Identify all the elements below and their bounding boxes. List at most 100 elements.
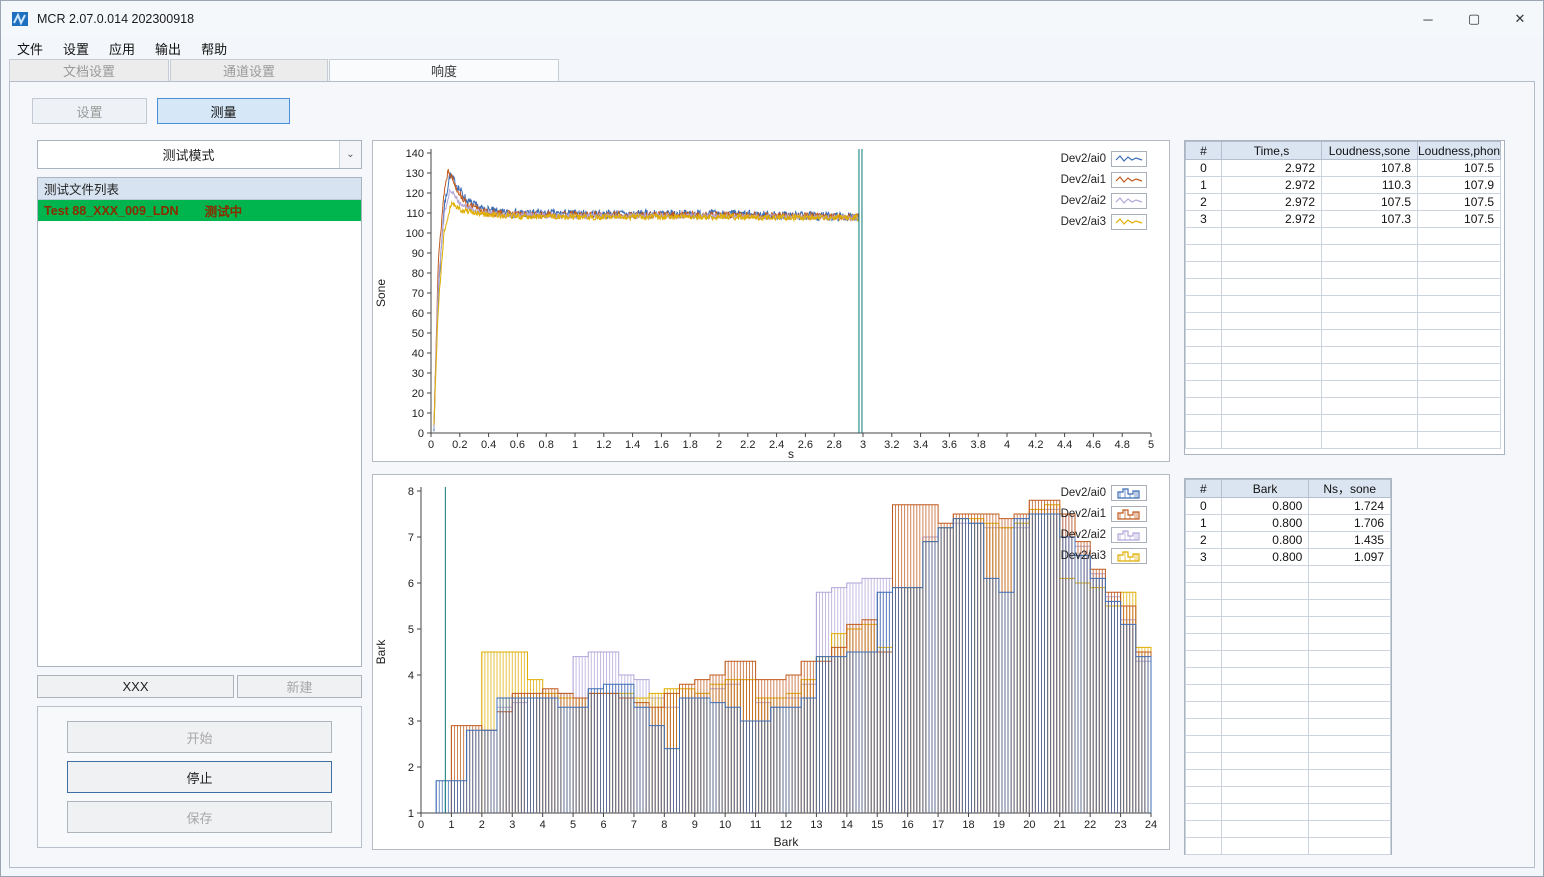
table-row[interactable] bbox=[1185, 684, 1391, 702]
table-cell: 2 bbox=[1185, 531, 1222, 549]
chart-legend: Dev2/ai0 Dev2/ai1 Dev2/ai2 Dev2/ai3 bbox=[1061, 483, 1147, 565]
table-cell bbox=[1185, 616, 1222, 634]
test-file-list: 测试文件列表 Test 88_XXX_009_LDN 测试中 bbox=[37, 177, 362, 667]
tab-document-settings[interactable]: 文档设置 bbox=[9, 59, 169, 81]
table-cell bbox=[1220, 718, 1310, 736]
table-row[interactable] bbox=[1185, 363, 1502, 381]
xxx-button[interactable]: XXX bbox=[37, 675, 234, 698]
table-row[interactable] bbox=[1185, 329, 1502, 347]
table-row[interactable]: 1 2.972 110.3 107.9 bbox=[1185, 176, 1502, 194]
table-row[interactable] bbox=[1185, 735, 1391, 753]
tab-loudness[interactable]: 响度 bbox=[329, 59, 559, 81]
table-cell bbox=[1220, 701, 1310, 719]
subtab-measure[interactable]: 测量 bbox=[157, 98, 290, 124]
table-header-cell[interactable]: Bark bbox=[1220, 479, 1310, 498]
table-header-cell[interactable]: Time,s bbox=[1221, 141, 1322, 160]
menu-settings[interactable]: 设置 bbox=[53, 37, 99, 60]
stop-button[interactable]: 停止 bbox=[67, 761, 332, 793]
table-cell bbox=[1321, 261, 1418, 279]
new-button[interactable]: 新建 bbox=[237, 675, 362, 698]
table-row[interactable] bbox=[1185, 616, 1391, 634]
svg-text:0.8: 0.8 bbox=[539, 439, 554, 451]
menu-apply[interactable]: 应用 bbox=[99, 37, 145, 60]
table-cell bbox=[1416, 380, 1502, 398]
line-sample-icon bbox=[1115, 196, 1143, 204]
table-row[interactable]: 1 0.800 1.706 bbox=[1185, 514, 1391, 532]
save-button[interactable]: 保存 bbox=[67, 801, 332, 833]
chevron-down-icon[interactable]: ⌄ bbox=[339, 141, 361, 168]
table-cell: 3 bbox=[1185, 548, 1222, 566]
table-row[interactable] bbox=[1185, 837, 1391, 855]
table-cell bbox=[1321, 397, 1418, 415]
table-row[interactable]: 3 2.972 107.3 107.5 bbox=[1185, 210, 1502, 228]
table-row[interactable] bbox=[1185, 633, 1391, 651]
bark-spectrum-chart[interactable]: 123456780 1 2 3 4 5 6 7 8 9 10 11 12 13 14 15 16 17 18 19 20… bbox=[373, 475, 1169, 849]
legend-label: Dev2/ai2 bbox=[1060, 528, 1106, 541]
svg-text:3.6: 3.6 bbox=[942, 439, 957, 451]
maximize-icon[interactable]: ▢ bbox=[1451, 1, 1497, 37]
table-row[interactable]: 2 0.800 1.435 bbox=[1185, 531, 1391, 549]
table-header-cell[interactable]: # bbox=[1185, 141, 1222, 160]
table-header-cell[interactable]: Loudness,sone bbox=[1321, 141, 1418, 160]
table-cell: 1.435 bbox=[1308, 531, 1391, 549]
table-row[interactable] bbox=[1185, 820, 1391, 838]
table-row[interactable] bbox=[1185, 346, 1502, 364]
table-row[interactable]: 3 0.800 1.097 bbox=[1185, 548, 1391, 566]
table-row[interactable] bbox=[1185, 227, 1502, 245]
table-cell bbox=[1321, 312, 1418, 330]
legend-label: Dev2/ai1 bbox=[1060, 507, 1106, 520]
table-row[interactable] bbox=[1185, 599, 1391, 617]
table-row[interactable] bbox=[1185, 803, 1391, 821]
svg-text:16: 16 bbox=[902, 819, 914, 831]
measure-control-box: 开始 停止 保存 bbox=[37, 706, 362, 848]
table-header-cell[interactable]: Ns，sone bbox=[1308, 479, 1391, 498]
legend-item: Dev2/ai1 bbox=[1061, 504, 1147, 523]
table-row[interactable] bbox=[1185, 769, 1391, 787]
minimize-icon[interactable]: ─ bbox=[1405, 1, 1451, 37]
table-row[interactable] bbox=[1185, 718, 1391, 736]
table-row[interactable] bbox=[1185, 380, 1502, 398]
menu-help[interactable]: 帮助 bbox=[191, 37, 237, 60]
table-row[interactable] bbox=[1185, 295, 1502, 313]
legend-item: Dev2/ai2 bbox=[1061, 525, 1147, 544]
table-cell bbox=[1321, 363, 1418, 381]
table-cell bbox=[1308, 820, 1391, 838]
table-header-cell[interactable]: # bbox=[1185, 479, 1222, 498]
loudness-time-chart[interactable]: 0 10 20 30 40 50 60 70 80 90 100 110 120 130 140 0 0.2 0.… bbox=[373, 141, 1169, 461]
table-row[interactable] bbox=[1185, 701, 1391, 719]
table-row[interactable] bbox=[1185, 312, 1502, 330]
table-row[interactable] bbox=[1185, 565, 1391, 583]
table-row[interactable] bbox=[1185, 667, 1391, 685]
table-cell bbox=[1221, 278, 1322, 296]
table-row[interactable] bbox=[1185, 786, 1391, 804]
start-button[interactable]: 开始 bbox=[67, 721, 332, 753]
table-cell bbox=[1321, 295, 1418, 313]
svg-text:1: 1 bbox=[408, 808, 414, 820]
table-row[interactable] bbox=[1185, 278, 1502, 296]
test-mode-dropdown[interactable]: 测试模式 ⌄ bbox=[37, 140, 362, 169]
table-row[interactable] bbox=[1185, 582, 1391, 600]
table-row[interactable]: 0 0.800 1.724 bbox=[1185, 497, 1391, 515]
table-row[interactable]: 2 2.972 107.5 107.5 bbox=[1185, 193, 1502, 211]
svg-text:120: 120 bbox=[406, 188, 424, 200]
table-row[interactable] bbox=[1185, 244, 1502, 262]
table-row[interactable] bbox=[1185, 431, 1502, 449]
menu-output[interactable]: 输出 bbox=[145, 37, 191, 60]
table-row[interactable] bbox=[1185, 752, 1391, 770]
table-row[interactable] bbox=[1185, 261, 1502, 279]
table-cell bbox=[1185, 363, 1222, 381]
menu-file[interactable]: 文件 bbox=[7, 37, 53, 60]
list-item[interactable]: Test 88_XXX_009_LDN 测试中 bbox=[38, 200, 361, 221]
table-row[interactable] bbox=[1185, 397, 1502, 415]
table-cell bbox=[1220, 803, 1310, 821]
close-icon[interactable]: ✕ bbox=[1497, 1, 1543, 37]
table-cell bbox=[1185, 346, 1222, 364]
subtab-settings[interactable]: 设置 bbox=[32, 98, 147, 124]
table-row[interactable]: 0 2.972 107.8 107.5 bbox=[1185, 159, 1502, 177]
table-row[interactable] bbox=[1185, 414, 1502, 432]
table-header-cell[interactable]: Loudness,phon bbox=[1416, 141, 1502, 160]
svg-text:0: 0 bbox=[418, 428, 424, 440]
table-row[interactable] bbox=[1185, 650, 1391, 668]
tab-channel-settings[interactable]: 通道设置 bbox=[170, 59, 328, 81]
line-sample-icon bbox=[1115, 217, 1143, 225]
